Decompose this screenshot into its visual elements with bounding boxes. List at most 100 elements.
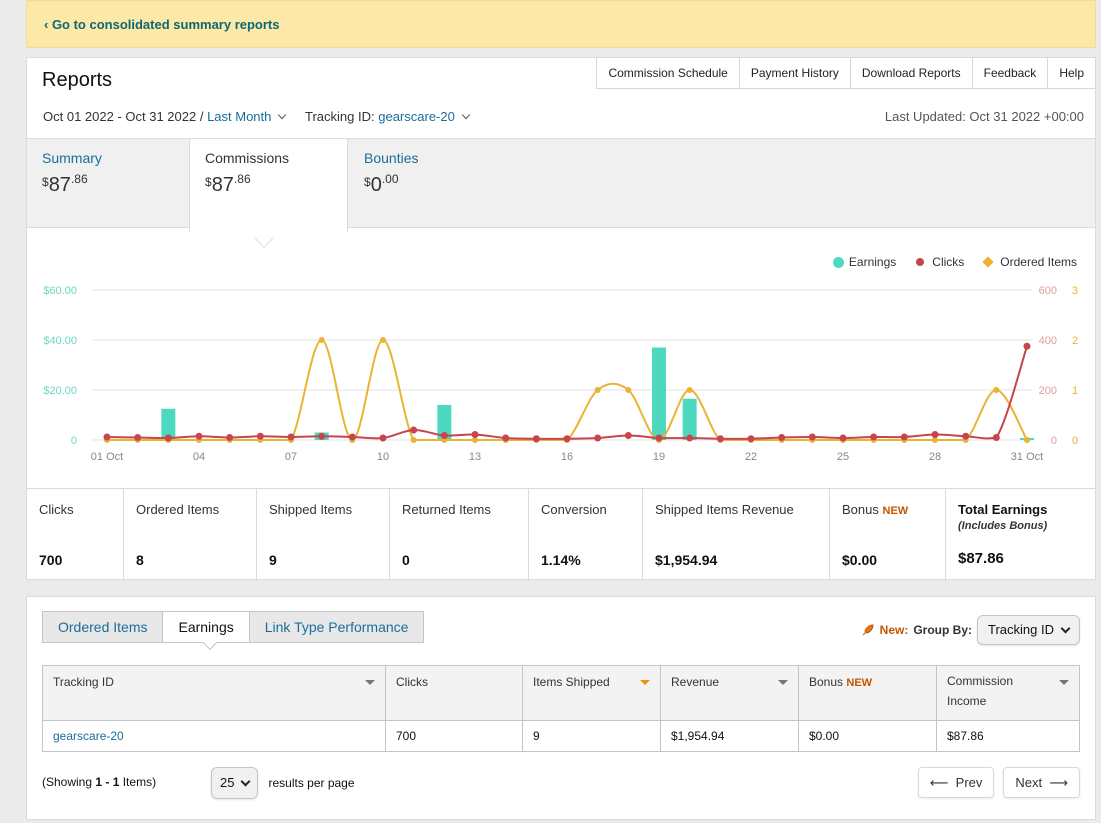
clicks-point [287, 433, 295, 441]
stat-clicks: Clicks 700 [27, 489, 124, 581]
sort-icon [365, 680, 375, 685]
cell-revenue: $1,954.94 [660, 720, 799, 752]
tab-link-type-performance[interactable]: Link Type Performance [248, 611, 425, 643]
x-tick-label: 25 [837, 451, 849, 463]
ordered-tick-label: 1 [1072, 385, 1078, 397]
clicks-point [440, 432, 448, 439]
payment-history-link[interactable]: Payment History [739, 57, 851, 89]
arrow-right-icon: ⟶ [1049, 775, 1068, 790]
y-tick-label: $60.00 [43, 285, 77, 297]
clicks-point [962, 432, 970, 440]
earnings-chart: 0 0 0 $20.00 200 1 $40.00 400 2 $60.00 600 3 01 Oct 0… [43, 285, 1078, 463]
x-tick-label: 16 [561, 451, 573, 463]
arrow-left-icon: ⟵ [929, 775, 949, 790]
clicks-point [870, 433, 878, 441]
tracking-id-link[interactable]: gearscare-20 [42, 720, 386, 752]
date-range: Oct 01 2022 - Oct 31 2022 / [43, 109, 204, 124]
rocket-icon [862, 624, 874, 636]
clicks-point [164, 434, 172, 442]
clicks-point [1023, 342, 1031, 350]
clicks-point [839, 434, 847, 442]
stat-conversion: Conversion 1.14% [529, 489, 643, 581]
clicks-point [992, 434, 1000, 441]
help-link[interactable]: Help [1048, 57, 1096, 89]
header-clicks[interactable]: Clicks [385, 665, 523, 721]
commission-schedule-link[interactable]: Commission Schedule [596, 57, 740, 89]
tracking-id-dropdown[interactable]: gearscare-20 [378, 109, 455, 124]
ordered-items-point [993, 387, 1000, 393]
x-tick-label: 01 Oct [91, 451, 123, 463]
tracking-label: Tracking ID: [305, 109, 375, 124]
header-items-shipped[interactable]: Items Shipped [522, 665, 661, 721]
chevron-down-icon [1060, 623, 1071, 633]
clicks-point [778, 434, 786, 441]
group-by-select[interactable]: Tracking ID [977, 615, 1080, 645]
consolidated-reports-link[interactable]: ‹ Go to consolidated summary reports [44, 17, 280, 32]
stat-bonus: Bonus NEW $0.00 [830, 489, 946, 581]
group-by: New: Group By: Tracking ID [861, 615, 1080, 645]
pagination: ⟵ Prev Next ⟶ [917, 767, 1080, 798]
header-bonus[interactable]: Bonus NEW [798, 665, 937, 721]
clicks-point [747, 435, 755, 443]
ordered-items-point [686, 387, 693, 393]
download-reports-link[interactable]: Download Reports [850, 57, 973, 89]
per-page-select[interactable]: 25 [211, 767, 259, 799]
header-tracking-id[interactable]: Tracking ID [42, 665, 386, 721]
tab-commissions[interactable]: Commissions $87.86 [189, 139, 348, 232]
report-tabs: Summary $87.86 Commissions $87.86 Bounti… [27, 138, 1095, 232]
per-page-label: results per page [268, 776, 355, 790]
filter-row: Oct 01 2022 - Oct 31 2022 / Last Month T… [43, 109, 475, 124]
sort-active-icon [640, 680, 650, 685]
chevron-down-icon [241, 776, 251, 786]
clicks-point [716, 435, 724, 443]
cell-commission: $87.86 [936, 720, 1080, 752]
chevron-down-icon [278, 110, 287, 120]
period-dropdown[interactable]: Last Month [207, 109, 271, 124]
prev-button[interactable]: ⟵ Prev [917, 767, 995, 798]
stat-shipped-items: Shipped Items 9 [257, 489, 390, 581]
clicks-tick-label: 600 [1039, 285, 1057, 297]
x-tick-label: 31 Oct [1011, 451, 1043, 463]
clicks-point [348, 433, 356, 441]
new-label: New: [879, 623, 909, 637]
y-tick-label: $40.00 [43, 335, 77, 347]
next-button[interactable]: Next ⟶ [1003, 767, 1080, 798]
tab-ordered-items[interactable]: Ordered Items [42, 611, 164, 643]
ordered-tick-label: 3 [1072, 285, 1078, 297]
header-commission-income[interactable]: Commission Income [936, 665, 1080, 721]
clicks-point [134, 434, 142, 441]
tab-bounties[interactable]: Bounties $0.00 [349, 139, 509, 229]
details-panel: Ordered Items Earnings Link Type Perform… [26, 596, 1096, 820]
detail-tabs: Ordered Items Earnings Link Type Perform… [42, 611, 425, 643]
cell-bonus: $0.00 [798, 720, 937, 752]
x-tick-label: 22 [745, 451, 757, 463]
x-tick-label: 13 [469, 451, 481, 463]
ordered-items-point [318, 337, 325, 343]
clicks-point [563, 435, 571, 443]
tab-amount: $0.00 [364, 172, 399, 196]
chevron-down-icon [461, 110, 471, 120]
stat-returned-items: Returned Items 0 [390, 489, 529, 581]
clicks-point [318, 432, 326, 440]
clicks-point [195, 432, 203, 440]
clicks-point [256, 432, 264, 440]
tab-amount: $87.86 [42, 172, 88, 196]
clicks-point [594, 434, 602, 442]
new-badge: NEW [882, 505, 909, 517]
clicks-point [686, 434, 694, 442]
sort-icon [1059, 680, 1069, 685]
tab-summary[interactable]: Summary $87.86 [27, 139, 189, 229]
earnings-table: Tracking ID Clicks Items Shipped Revenue… [42, 665, 1080, 752]
header-revenue[interactable]: Revenue [660, 665, 799, 721]
feedback-link[interactable]: Feedback [972, 57, 1049, 89]
ordered-items-point [380, 337, 386, 343]
stats-row: Clicks 700 Ordered Items 8 Shipped Items 9 … [27, 488, 1095, 581]
y-tick-label: 0 [71, 435, 77, 447]
x-tick-label: 19 [653, 451, 665, 463]
clicks-point [931, 431, 939, 438]
clicks-point [532, 435, 540, 443]
tab-label: Bounties [364, 150, 419, 166]
sort-icon [778, 680, 788, 685]
clicks-point [655, 434, 663, 442]
clicks-point [226, 434, 234, 441]
